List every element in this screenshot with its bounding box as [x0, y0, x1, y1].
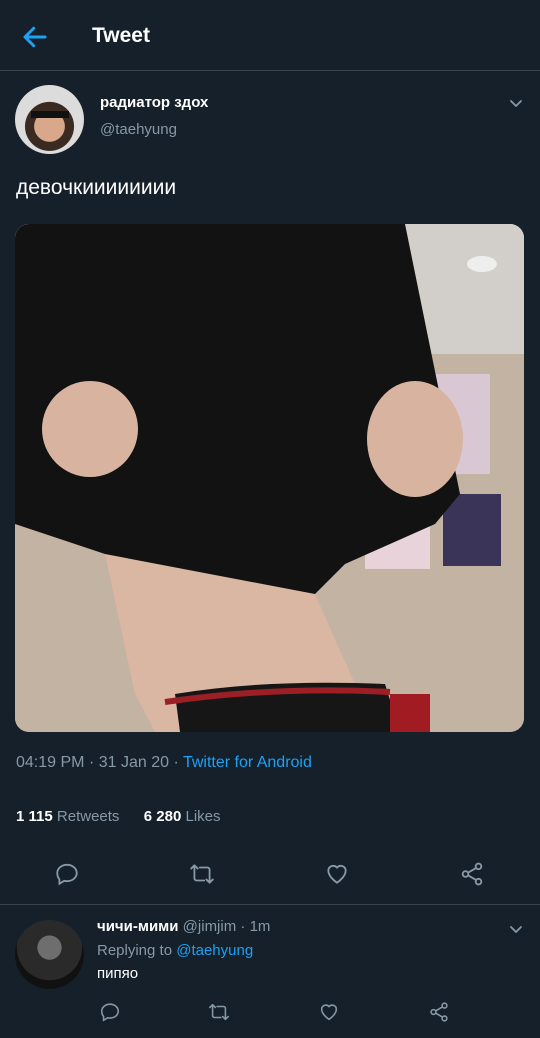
arrow-left-icon[interactable] [20, 22, 50, 52]
tweet-media-photo[interactable] [15, 224, 524, 732]
author-avatar[interactable] [15, 85, 84, 154]
reply-text: пипяо [97, 965, 139, 982]
retweet-icon[interactable] [208, 1001, 230, 1023]
chevron-down-icon[interactable] [508, 921, 524, 937]
reply-author-name[interactable]: чичи-мими [97, 918, 179, 935]
tweet-date: 31 Jan 20 [98, 754, 169, 771]
tweet-text: девочкииииииии [16, 176, 177, 199]
reply-avatar[interactable] [15, 920, 84, 989]
like-heart-icon[interactable] [318, 1001, 340, 1023]
retweets-stat[interactable]: 1 115 Retweets [16, 808, 119, 825]
reply-header: чичи-мими @jimjim · 1m [97, 918, 271, 935]
tweet-time: 04:19 PM [16, 754, 85, 771]
tweet-meta: 04:19 PM · 31 Jan 20 · Twitter for Andro… [16, 754, 312, 771]
tweet-action-bar [0, 855, 540, 905]
chevron-down-icon[interactable] [508, 95, 524, 111]
app-header: Tweet [0, 0, 540, 71]
author-handle[interactable]: @taehyung [100, 121, 177, 138]
reply-time: 1m [249, 918, 271, 935]
likes-stat[interactable]: 6 280 Likes [144, 808, 221, 825]
tweet-source-link[interactable]: Twitter for Android [183, 754, 312, 771]
replying-to-handle-link[interactable]: @taehyung [176, 942, 253, 959]
reply-icon[interactable] [54, 861, 80, 887]
like-heart-icon[interactable] [324, 861, 350, 887]
tweet-stats: 1 115 Retweets 6 280 Likes [16, 808, 221, 825]
share-icon[interactable] [459, 861, 485, 887]
page-title: Tweet [92, 24, 150, 47]
replying-to: Replying to @taehyung [97, 942, 254, 959]
reply-author-handle[interactable]: @jimjim [183, 918, 237, 935]
reply-icon[interactable] [99, 1001, 121, 1023]
share-icon[interactable] [428, 1001, 450, 1023]
retweet-icon[interactable] [189, 861, 215, 887]
author-name[interactable]: радиатор здох [100, 94, 208, 111]
